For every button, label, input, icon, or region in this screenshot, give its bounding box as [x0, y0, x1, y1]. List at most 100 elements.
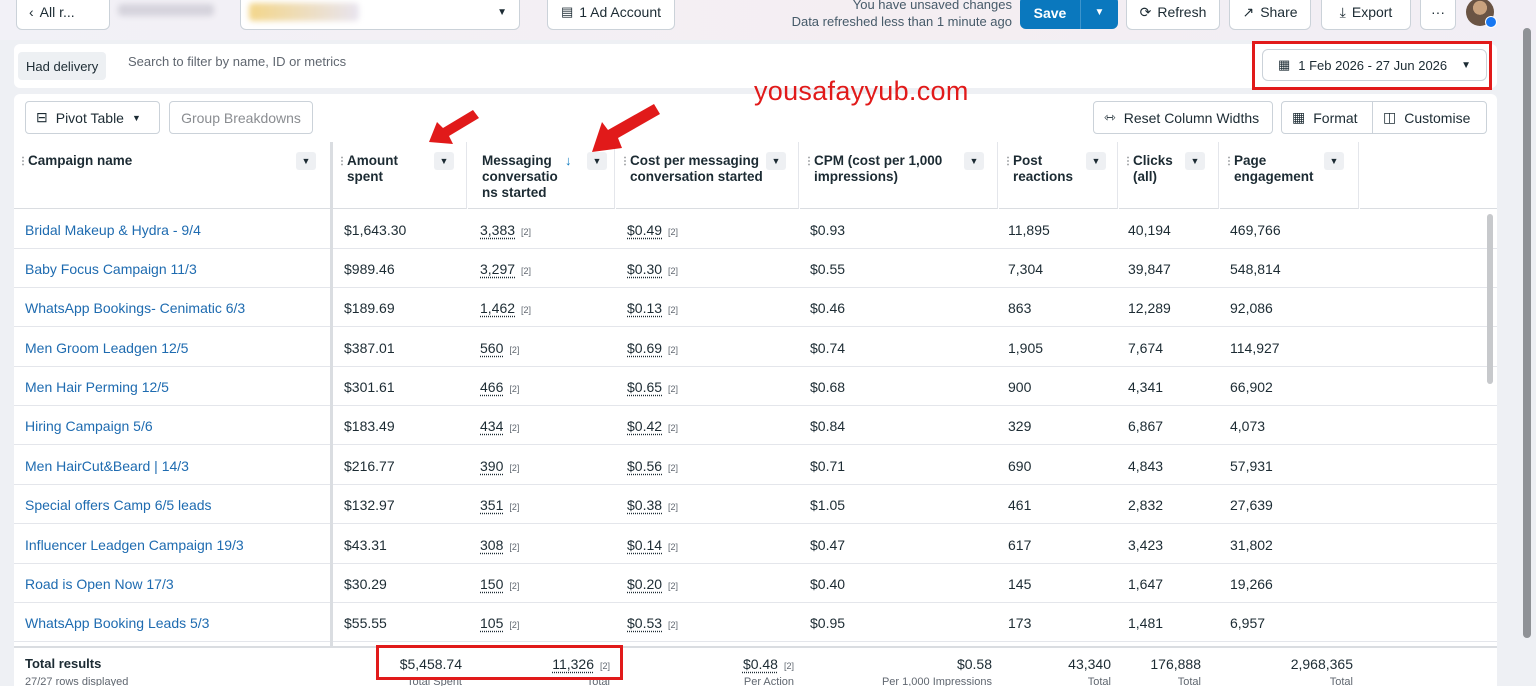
reset-column-widths-button[interactable]: ⇿ Reset Column Widths	[1093, 101, 1273, 134]
pivot-table-button[interactable]: ⊟ Pivot Table ▼	[25, 101, 160, 134]
total-cpm-sub: Per 1,000 Impressions	[881, 676, 992, 686]
cost-tag: [2]	[668, 384, 679, 394]
campaign-name-link[interactable]: WhatsApp Booking Leads 5/3	[25, 615, 209, 631]
column-header-page-engagement[interactable]: ⋮ Page engagement ▼	[1220, 142, 1359, 209]
had-delivery-filter[interactable]: Had delivery	[18, 52, 107, 80]
column-menu-button[interactable]: ▼	[1185, 152, 1205, 170]
cost-value[interactable]: $0.56	[627, 458, 662, 474]
total-engagement-sub: Total	[1329, 676, 1353, 686]
table-scrollbar[interactable]	[1487, 214, 1493, 384]
column-menu-button[interactable]: ▼	[434, 152, 454, 170]
page-engagement-cell: 548,814	[1230, 261, 1281, 277]
messaging-value[interactable]: 3,297	[480, 261, 515, 277]
messaging-value[interactable]: 390	[480, 458, 503, 474]
column-menu-button[interactable]: ▼	[964, 152, 984, 170]
column-menu-button[interactable]: ▼	[296, 152, 316, 170]
save-button[interactable]: Save	[1020, 0, 1080, 29]
column-header-campaign[interactable]: ⋮ Campaign name ▼	[14, 142, 332, 209]
group-breakdowns-button[interactable]: Group Breakdowns	[169, 101, 313, 134]
campaign-name-link[interactable]: WhatsApp Bookings- Cenimatic 6/3	[25, 300, 245, 316]
clicks-cell: 1,647	[1128, 576, 1164, 592]
export-button[interactable]: ⤓ Export	[1321, 0, 1411, 30]
cost-tag: [2]	[668, 266, 679, 276]
messaging-value[interactable]: 351	[480, 497, 503, 513]
messaging-value[interactable]: 308	[480, 537, 503, 553]
page-engagement-cell: 114,927	[1230, 340, 1280, 356]
cost-value[interactable]: $0.30	[627, 261, 662, 277]
avatar[interactable]	[1466, 0, 1497, 28]
ad-account-button[interactable]: ▤ 1 Ad Account	[547, 0, 675, 30]
messaging-tag: [2]	[509, 345, 520, 355]
amount-spent-cell: $387.01	[344, 340, 395, 356]
column-menu-button[interactable]: ▼	[766, 152, 786, 170]
cost-value[interactable]: $0.42	[627, 418, 662, 434]
clicks-cell: 6,867	[1128, 418, 1164, 434]
cost-value[interactable]: $0.13	[627, 300, 662, 316]
messaging-cell: 390 [2]	[480, 458, 519, 474]
messaging-tag: [2]	[509, 423, 520, 433]
clicks-cell: 39,847	[1128, 261, 1171, 277]
cost-value[interactable]: $0.38	[627, 497, 662, 513]
messaging-value[interactable]: 434	[480, 418, 503, 434]
share-button[interactable]: ↗ Share	[1229, 0, 1311, 30]
campaign-name-link[interactable]: Influencer Leadgen Campaign 19/3	[25, 537, 244, 553]
cost-value[interactable]: $0.69	[627, 340, 662, 356]
cost-value[interactable]: $0.49	[627, 222, 662, 238]
messaging-value[interactable]: 105	[480, 615, 503, 631]
messaging-value[interactable]: 3,383	[480, 222, 515, 238]
campaign-name-link[interactable]: Bridal Makeup & Hydra - 9/4	[25, 222, 201, 238]
drag-handle-icon: ⋮	[1003, 156, 1013, 167]
format-button[interactable]: ▦ Format	[1281, 101, 1373, 134]
campaign-name-link[interactable]: Road is Open Now 17/3	[25, 576, 174, 592]
amount-spent-cell: $216.77	[344, 458, 395, 474]
cost-value[interactable]: $0.65	[627, 379, 662, 395]
campaign-name-link[interactable]: Men HairCut&Beard | 14/3	[25, 458, 189, 474]
messaging-tag: [2]	[509, 384, 520, 394]
top-bar: ‹ All r... ▼ ▤ 1 Ad Account You have uns…	[0, 0, 1536, 40]
campaign-name-link[interactable]: Baby Focus Campaign 11/3	[25, 261, 197, 277]
campaign-name-link[interactable]: Men Groom Leadgen 12/5	[25, 340, 188, 356]
amount-spent-cell: $132.97	[344, 497, 395, 513]
cost-value[interactable]: $0.14	[627, 537, 662, 553]
column-menu-button[interactable]: ▼	[1086, 152, 1106, 170]
campaign-name-link[interactable]: Men Hair Perming 12/5	[25, 379, 169, 395]
sort-descending-icon[interactable]: ↓	[565, 153, 572, 169]
clicks-cell: 3,423	[1128, 537, 1164, 553]
table-row: Road is Open Now 17/3 $30.29 150 [2] $0.20 [2…	[14, 564, 1497, 603]
cost-tag: [2]	[668, 581, 679, 591]
drag-handle-icon: ⋮	[804, 156, 814, 167]
account-selector[interactable]: ▼	[240, 0, 520, 30]
column-menu-button[interactable]: ▼	[1324, 152, 1344, 170]
refresh-icon: ⟳	[1139, 3, 1152, 20]
messaging-value[interactable]: 150	[480, 576, 503, 592]
total-clicks-sub: Total	[1177, 676, 1201, 686]
campaign-name-link[interactable]: Hiring Campaign 5/6	[25, 418, 153, 434]
save-options-button[interactable]: ▼	[1080, 0, 1118, 29]
customise-button[interactable]: ◫ Customise	[1372, 101, 1487, 134]
back-label: All r...	[39, 4, 75, 20]
total-clicks: 176,888	[1150, 656, 1201, 672]
post-reactions-cell: 145	[1008, 576, 1032, 592]
column-header-cpm[interactable]: ⋮ CPM (cost per 1,000 impressions) ▼	[800, 142, 998, 209]
messaging-value[interactable]: 560	[480, 340, 503, 356]
cost-value[interactable]: $0.20	[627, 576, 662, 592]
page-engagement-cell: 4,073	[1230, 418, 1266, 434]
cost-value[interactable]: $0.53	[627, 615, 662, 631]
page-scrollbar[interactable]	[1523, 28, 1531, 638]
column-header-post-reactions[interactable]: ⋮ Post reactions ▼	[999, 142, 1118, 209]
column-width-icon: ⇿	[1104, 109, 1116, 125]
messaging-value[interactable]: 1,462	[480, 300, 515, 316]
annotation-box-totals	[376, 645, 623, 680]
campaign-name-link[interactable]: Special offers Camp 6/5 leads	[25, 497, 212, 513]
amount-spent-cell: $189.69	[344, 300, 395, 316]
cost-tag: [2]	[668, 305, 679, 315]
cost-cell: $0.49 [2]	[627, 222, 678, 238]
more-button[interactable]: ···	[1420, 0, 1456, 30]
messaging-value[interactable]: 466	[480, 379, 503, 395]
column-header-clicks[interactable]: ⋮ Clicks (all) ▼	[1119, 142, 1219, 209]
back-button[interactable]: ‹ All r...	[16, 0, 110, 30]
search-input[interactable]: Search to filter by name, ID or metrics	[128, 54, 346, 69]
total-cost-value[interactable]: $0.48	[743, 656, 778, 672]
refresh-button[interactable]: ⟳ Refresh	[1126, 0, 1220, 30]
post-reactions-cell: 11,895	[1008, 222, 1050, 238]
